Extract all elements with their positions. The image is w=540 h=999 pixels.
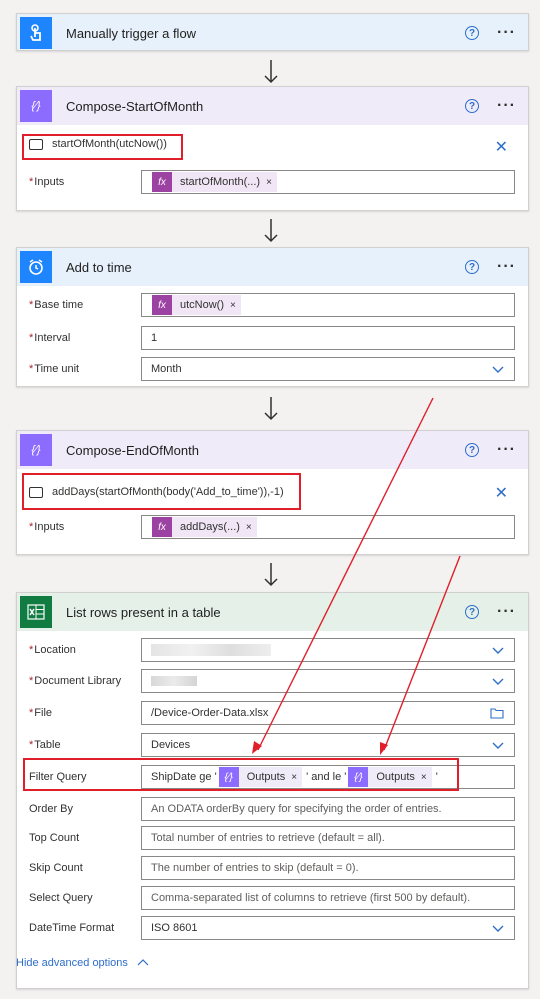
compose-start-header[interactable]: {∕} Compose-StartOfMonth ? ···: [17, 87, 528, 125]
hide-advanced-options-link[interactable]: Hide advanced options: [16, 957, 149, 969]
time-unit-row: *Time unit Month: [17, 357, 528, 381]
redacted-value: [151, 676, 197, 686]
interval-row: *Interval 1: [17, 326, 528, 350]
fx-icon: fx: [152, 172, 172, 192]
chevron-down-icon: [492, 366, 504, 373]
compose-icon: {∕}: [20, 90, 52, 122]
redacted-value: [151, 644, 271, 656]
list-rows-header[interactable]: List rows present in a table ? ···: [17, 593, 528, 631]
base-time-label: *Base time: [29, 299, 84, 311]
chevron-down-icon: [492, 742, 504, 749]
compose-end-header[interactable]: {∕} Compose-EndOfMonth ? ···: [17, 431, 528, 469]
compose-end-title: Compose-EndOfMonth: [66, 442, 199, 458]
skip-count-label: Skip Count: [29, 862, 83, 874]
token-remove-icon[interactable]: ×: [230, 300, 236, 311]
more-options-icon[interactable]: ···: [497, 259, 516, 275]
table-row: *Table Devices: [17, 733, 528, 757]
inputs-label: *Inputs: [29, 176, 65, 188]
compose-start-title: Compose-StartOfMonth: [66, 98, 204, 114]
inputs-field[interactable]: fx addDays(...) ×: [141, 515, 515, 539]
top-count-input[interactable]: Total number of entries to retrieve (def…: [141, 826, 515, 850]
add-to-time-card: Add to time ? ··· *Base time fx utcNow() ×…: [16, 247, 529, 387]
chevron-down-icon: [492, 647, 504, 654]
table-dropdown[interactable]: Devices: [141, 733, 515, 757]
close-icon[interactable]: ✕: [495, 483, 508, 503]
flow-arrow-icon: [264, 60, 278, 84]
fx-icon: fx: [152, 517, 172, 537]
datetime-format-row: DateTime Format ISO 8601: [17, 916, 528, 940]
close-icon[interactable]: ✕: [495, 137, 508, 157]
select-query-label: Select Query: [29, 892, 93, 904]
token-startofmonth[interactable]: fx startOfMonth(...) ×: [152, 172, 277, 192]
interval-input[interactable]: 1: [141, 326, 515, 350]
chevron-down-icon: [492, 678, 504, 685]
document-library-row: *Document Library: [17, 669, 528, 693]
list-rows-title: List rows present in a table: [66, 604, 221, 620]
trigger-header[interactable]: Manually trigger a flow ? ···: [17, 14, 528, 52]
token-utcnow[interactable]: fx utcNow() ×: [152, 295, 241, 315]
time-unit-label: *Time unit: [29, 363, 80, 375]
help-icon[interactable]: ?: [465, 99, 480, 113]
highlight-box: [22, 134, 183, 160]
top-count-label: Top Count: [29, 832, 80, 844]
location-dropdown[interactable]: [141, 638, 515, 662]
document-library-label: *Document Library: [29, 675, 122, 687]
datetime-format-dropdown[interactable]: ISO 8601: [141, 916, 515, 940]
add-to-time-title: Add to time: [66, 259, 132, 275]
select-query-row: Select Query Comma-separated list of col…: [17, 886, 528, 910]
time-unit-dropdown[interactable]: Month: [141, 357, 515, 381]
datetime-format-label: DateTime Format: [29, 922, 115, 934]
help-icon[interactable]: ?: [465, 26, 480, 40]
top-count-row: Top Count Total number of entries to ret…: [17, 826, 528, 850]
folder-icon[interactable]: [490, 707, 504, 719]
compose-icon: {∕}: [20, 434, 52, 466]
more-options-icon[interactable]: ···: [497, 604, 516, 620]
file-row: *File /Device-Order-Data.xlsx: [17, 701, 528, 725]
order-by-input[interactable]: An ODATA orderBy query for specifying th…: [141, 797, 515, 821]
skip-count-input[interactable]: The number of entries to skip (default =…: [141, 856, 515, 880]
token-remove-icon[interactable]: ×: [246, 522, 252, 533]
chevron-down-icon: [492, 925, 504, 932]
more-options-icon[interactable]: ···: [497, 442, 516, 458]
interval-label: *Interval: [29, 332, 71, 344]
chevron-up-icon: [137, 959, 149, 966]
skip-count-row: Skip Count The number of entries to skip…: [17, 856, 528, 880]
base-time-row: *Base time fx utcNow() ×: [17, 293, 528, 317]
token-remove-icon[interactable]: ×: [266, 177, 272, 188]
highlight-box: [23, 758, 459, 791]
flow-arrow-icon: [264, 563, 278, 587]
location-label: *Location: [29, 644, 76, 656]
inputs-field[interactable]: fx startOfMonth(...) ×: [141, 170, 515, 194]
token-adddays[interactable]: fx addDays(...) ×: [152, 517, 257, 537]
file-picker[interactable]: /Device-Order-Data.xlsx: [141, 701, 515, 725]
trigger-card[interactable]: Manually trigger a flow ? ···: [16, 13, 529, 51]
inputs-label: *Inputs: [29, 521, 65, 533]
trigger-title: Manually trigger a flow: [66, 25, 197, 41]
help-icon[interactable]: ?: [465, 260, 480, 274]
inputs-row: *Inputs fx startOfMonth(...) ×: [17, 170, 528, 194]
help-icon[interactable]: ?: [465, 443, 480, 457]
more-options-icon[interactable]: ···: [497, 25, 516, 41]
flow-arrow-icon: [264, 397, 278, 421]
excel-icon: [20, 596, 52, 628]
flow-arrow-icon: [264, 219, 278, 243]
order-by-label: Order By: [29, 803, 74, 815]
select-query-input[interactable]: Comma-separated list of columns to retri…: [141, 886, 515, 910]
document-library-dropdown[interactable]: [141, 669, 515, 693]
help-icon[interactable]: ?: [465, 605, 480, 619]
order-by-row: Order By An ODATA orderBy query for spec…: [17, 797, 528, 821]
more-options-icon[interactable]: ···: [497, 98, 516, 114]
location-row: *Location: [17, 638, 528, 662]
clock-icon: [20, 251, 52, 283]
table-label: *Table: [29, 739, 61, 751]
inputs-row: *Inputs fx addDays(...) ×: [17, 515, 528, 539]
base-time-field[interactable]: fx utcNow() ×: [141, 293, 515, 317]
fx-icon: fx: [152, 295, 172, 315]
highlight-box: [22, 473, 301, 510]
touch-icon: [20, 17, 52, 49]
file-label: *File: [29, 707, 53, 719]
add-to-time-header[interactable]: Add to time ? ···: [17, 248, 528, 286]
